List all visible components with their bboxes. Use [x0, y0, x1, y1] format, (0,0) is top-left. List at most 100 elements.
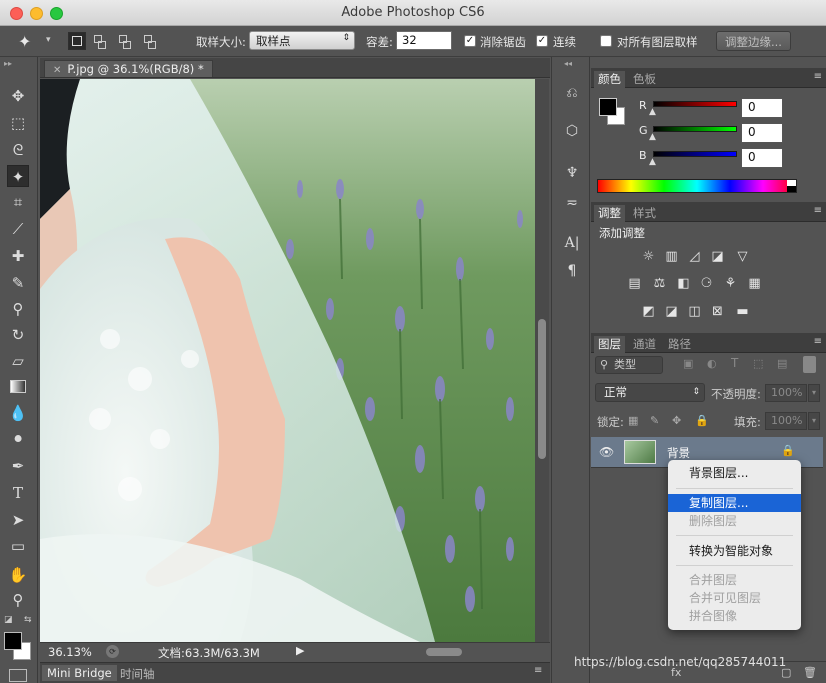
black-white-icon[interactable]: ◧ [676, 276, 691, 291]
curves-icon[interactable]: ◿ [687, 249, 702, 264]
add-to-selection-icon[interactable] [91, 32, 109, 50]
tab-styles[interactable]: 样式 [629, 205, 660, 221]
selective-color-icon[interactable]: ⊠ [710, 304, 725, 319]
document-tab[interactable]: ✕ P.jpg @ 36.1%(RGB/8) * [44, 60, 213, 77]
vibrance-icon[interactable]: ▽ [735, 249, 750, 264]
layers-menu-icon[interactable]: ≡ [814, 336, 822, 347]
collapse-toolbar-icon[interactable]: ▸▸ [4, 59, 12, 68]
zoom-level[interactable]: 36.13% [48, 645, 92, 659]
magic-wand-preset-icon[interactable]: ✦ [18, 31, 44, 53]
character-panel-icon[interactable]: A| [562, 233, 582, 253]
filter-shape-icon[interactable]: ⬚ [753, 357, 763, 370]
antialias-checkbox[interactable]: ✓ [464, 35, 476, 47]
menu-item-background-layer[interactable]: 背景图层... [668, 464, 801, 482]
eyedropper-tool-icon[interactable]: ⟋ [7, 218, 29, 240]
green-slider-thumb-icon[interactable]: ▲ [649, 132, 656, 142]
color-balance-icon[interactable]: ⚖ [652, 276, 667, 291]
lock-image-icon[interactable]: ✎ [650, 414, 659, 427]
dodge-tool-icon[interactable]: ⚫ [7, 428, 29, 450]
threshold-icon[interactable]: ◫ [687, 304, 702, 319]
foreground-color-swatch[interactable] [4, 632, 22, 650]
zoom-tool-icon[interactable]: ⚲ [7, 589, 29, 611]
contiguous-checkbox[interactable]: ✓ [536, 35, 548, 47]
opacity-input[interactable]: 100% [765, 384, 807, 402]
blur-tool-icon[interactable]: 💧 [7, 402, 29, 424]
refine-edge-button[interactable]: 调整边缘... [716, 31, 791, 51]
brush-panel-icon[interactable]: ≂ [562, 193, 582, 213]
green-slider[interactable] [653, 126, 737, 132]
blue-slider-thumb-icon[interactable]: ▲ [649, 157, 656, 167]
brush-presets-icon[interactable]: ♆ [562, 163, 582, 183]
opacity-dropdown-icon[interactable]: ▾ [808, 384, 820, 402]
subtract-from-selection-icon[interactable] [116, 32, 134, 50]
lock-all-icon[interactable]: 🔒 [695, 414, 709, 427]
tolerance-input[interactable]: 32 [396, 31, 452, 50]
blue-value-input[interactable]: 0 [741, 148, 783, 168]
tab-timeline[interactable]: 时间轴 [120, 666, 155, 682]
brightness-contrast-icon[interactable]: ☼ [641, 249, 656, 264]
lock-transparent-icon[interactable]: ▦ [628, 414, 638, 427]
invert-icon[interactable]: ◩ [641, 304, 656, 319]
preset-dropdown-arrow-icon[interactable]: ▾ [46, 35, 51, 45]
lock-position-icon[interactable]: ✥ [672, 414, 681, 427]
spectrum-black-swatch[interactable] [787, 186, 796, 192]
blue-slider[interactable] [653, 151, 737, 157]
move-tool-icon[interactable]: ✥ [7, 85, 29, 107]
eraser-tool-icon[interactable]: ▱ [7, 350, 29, 372]
type-tool-icon[interactable]: T [7, 482, 29, 504]
channel-mixer-icon[interactable]: ⚘ [723, 276, 738, 291]
clone-stamp-tool-icon[interactable]: ⚲ [7, 298, 29, 320]
magic-wand-tool-icon[interactable]: ✦ [7, 165, 29, 187]
layer-filter-select[interactable]: ⚲ 类型 [595, 356, 663, 374]
color-foreground-swatch[interactable] [599, 98, 617, 116]
history-brush-tool-icon[interactable]: ↻ [7, 324, 29, 346]
green-value-input[interactable]: 0 [741, 123, 783, 143]
tab-swatches[interactable]: 色板 [629, 71, 660, 87]
tab-layers[interactable]: 图层 [594, 336, 625, 353]
canvas-vertical-scrollbar[interactable] [535, 79, 549, 642]
all-layers-checkbox[interactable] [600, 35, 612, 47]
gradient-map-icon[interactable]: ▬ [735, 304, 750, 319]
tab-color[interactable]: 颜色 [594, 71, 625, 88]
filter-adjustment-icon[interactable]: ◐ [707, 357, 717, 370]
brush-tool-icon[interactable]: ✎ [7, 272, 29, 294]
paragraph-panel-icon[interactable]: ¶ [562, 261, 582, 281]
document-canvas[interactable] [40, 79, 535, 642]
hand-tool-icon[interactable]: ✋ [7, 564, 29, 586]
status-info-icon[interactable]: ⟳ [106, 645, 119, 658]
photo-filter-icon[interactable]: ⚆ [699, 276, 714, 291]
menu-item-duplicate-layer[interactable]: 复制图层... [668, 494, 801, 512]
fill-dropdown-icon[interactable]: ▾ [808, 412, 820, 430]
color-spectrum-ramp[interactable] [597, 179, 797, 193]
fill-input[interactable]: 100% [765, 412, 807, 430]
path-selection-tool-icon[interactable]: ➤ [7, 509, 29, 531]
healing-brush-tool-icon[interactable]: ✚ [7, 245, 29, 267]
color-panel-menu-icon[interactable]: ≡ [814, 71, 822, 82]
quick-mask-icon[interactable] [9, 669, 27, 682]
layer-name[interactable]: 背景 [667, 445, 690, 461]
panel-menu-icon[interactable]: ≡ [534, 665, 542, 676]
default-colors-icon[interactable]: ◪ [4, 615, 13, 625]
status-menu-arrow-icon[interactable]: ▶ [296, 644, 304, 657]
filter-pixel-icon[interactable]: ▣ [683, 357, 693, 370]
scroll-thumb[interactable] [538, 319, 546, 459]
marquee-tool-icon[interactable]: ⬚ [7, 112, 29, 134]
horizontal-scroll-thumb[interactable] [426, 648, 462, 656]
history-panel-icon[interactable]: ⎌ [562, 83, 582, 103]
rectangle-tool-icon[interactable]: ▭ [7, 535, 29, 557]
layer-visibility-eye-icon[interactable]: 👁 [599, 445, 614, 459]
tab-channels[interactable]: 通道 [629, 336, 660, 352]
filter-smart-object-icon[interactable]: ▤ [777, 357, 787, 370]
hue-saturation-icon[interactable]: ▤ [627, 276, 642, 291]
blend-mode-select[interactable]: 正常 ⇕ [595, 383, 705, 402]
color-lookup-icon[interactable]: ▦ [747, 276, 762, 291]
close-tab-icon[interactable]: ✕ [53, 65, 61, 76]
gradient-tool-icon[interactable] [7, 376, 29, 398]
crop-tool-icon[interactable]: ⌗ [7, 191, 29, 213]
red-value-input[interactable]: 0 [741, 98, 783, 118]
delete-layer-icon[interactable]: 🗑 [803, 666, 817, 679]
swap-colors-icon[interactable]: ⇆ [24, 615, 32, 625]
levels-icon[interactable]: ▥ [664, 249, 679, 264]
adjustments-menu-icon[interactable]: ≡ [814, 205, 822, 216]
filter-type-icon[interactable]: T [731, 356, 738, 370]
